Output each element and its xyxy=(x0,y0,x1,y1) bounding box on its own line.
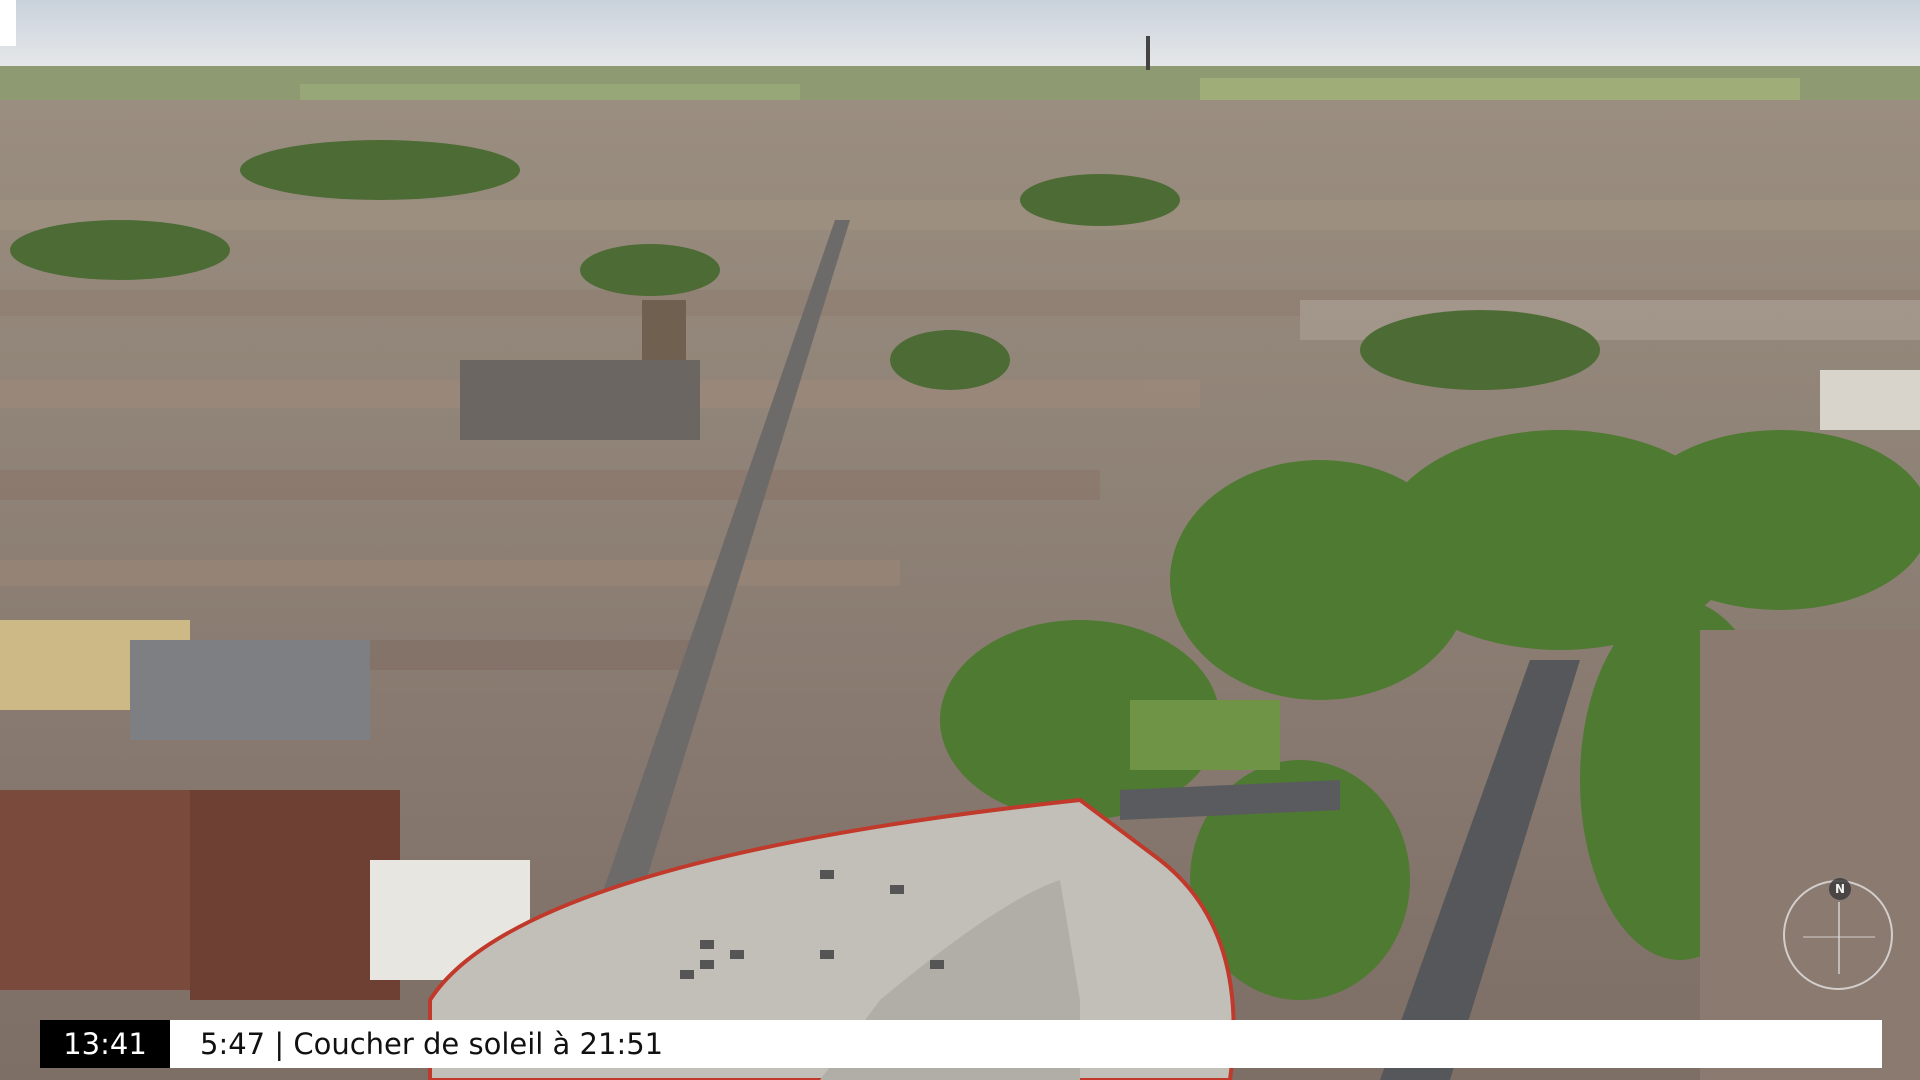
sky xyxy=(0,0,1920,68)
compass-needle xyxy=(1838,902,1840,974)
compass-icon: N xyxy=(1783,878,1893,990)
compass-cross xyxy=(1803,936,1875,938)
info-ticker: 13:41 5:47 | Coucher de soleil à 21:51 xyxy=(40,1020,1882,1068)
lawn xyxy=(1130,700,1280,770)
current-time: 13:41 xyxy=(40,1020,170,1068)
webcam-view: N 13:41 5:47 | Coucher de soleil à 21:51 xyxy=(0,0,1920,1080)
corner-marker xyxy=(0,0,16,46)
compass-north-label: N xyxy=(1829,878,1851,900)
sun-info-text: 5:47 | Coucher de soleil à 21:51 xyxy=(170,1020,1882,1068)
aerial-city-image xyxy=(0,0,1920,1080)
tv-tower xyxy=(1146,36,1150,70)
